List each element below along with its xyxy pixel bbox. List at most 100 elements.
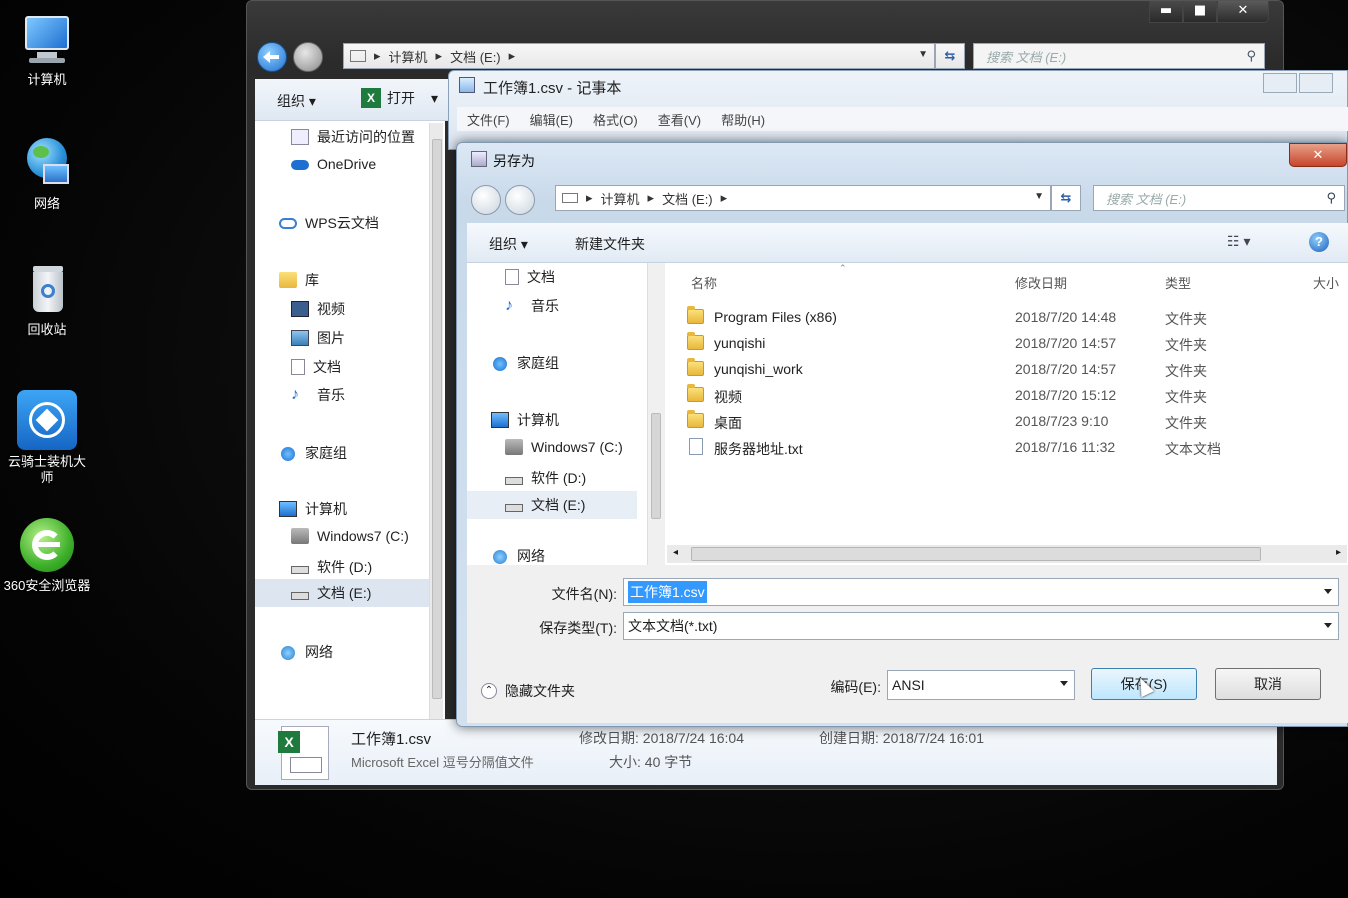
file-list-hscrollbar[interactable]: ◂ ▸ xyxy=(667,545,1347,563)
nav-item-recent[interactable]: 最近访问的位置 xyxy=(291,127,415,147)
forward-arrow-icon[interactable] xyxy=(505,185,535,215)
file-row[interactable]: yunqishi_work 2018/7/20 14:57 文件夹 xyxy=(687,357,1337,381)
nav-label: 家庭组 xyxy=(305,445,347,461)
breadcrumb-drive[interactable]: 文档 (E:) xyxy=(450,47,501,66)
back-arrow-icon[interactable] xyxy=(257,42,287,72)
open-button[interactable]: X 打开 ▾ xyxy=(361,88,438,108)
nav-label: 软件 (D:) xyxy=(317,559,373,575)
save-type-select[interactable]: 文本文档(*.txt) xyxy=(623,612,1339,640)
nav-item-drive-d[interactable]: 软件 (D:) xyxy=(291,557,372,577)
explorer-window-controls: ▬ ■ ✕ xyxy=(1149,1,1269,23)
nav-item-onedrive[interactable]: OneDrive xyxy=(291,156,376,172)
organize-button[interactable]: 组织 ▾ xyxy=(277,91,316,111)
drive-icon xyxy=(291,566,309,574)
dialog-search-input[interactable]: 搜索 文档 (E:) ⚲ xyxy=(1093,185,1345,211)
refresh-button[interactable]: ⇆ xyxy=(1051,185,1081,211)
organize-button[interactable]: 组织 ▾ xyxy=(489,234,528,254)
explorer-search-input[interactable]: 搜索 文档 (E:) ⚲ xyxy=(973,43,1265,69)
chevron-down-icon: ▾ xyxy=(1243,233,1251,249)
dialog-icon xyxy=(471,151,487,167)
nav-item-wps-cloud[interactable]: WPS云文档 xyxy=(279,213,379,233)
minimize-button[interactable]: ▬ xyxy=(1149,1,1183,23)
column-header-modified[interactable]: 修改日期 xyxy=(1015,273,1067,292)
breadcrumb-chevron-icon: ▸ xyxy=(508,48,516,63)
explorer-address-bar[interactable]: ▸ 计算机 ▸ 文档 (E:) ▸ ▼ xyxy=(343,43,935,69)
desktop-icon-recycle-bin[interactable]: 回收站 xyxy=(2,262,92,338)
nav-item-drive-c[interactable]: Windows7 (C:) xyxy=(505,439,623,455)
desktop-icon-computer[interactable]: 计算机 xyxy=(2,12,92,88)
file-row[interactable]: yunqishi 2018/7/20 14:57 文件夹 xyxy=(687,331,1337,355)
dialog-address-bar[interactable]: ▸ 计算机 ▸ 文档 (E:) ▸ ▼ xyxy=(555,185,1051,211)
nav-item-network[interactable]: 网络 xyxy=(279,642,333,662)
nav-item-documents[interactable]: 文档 xyxy=(505,267,555,287)
nav-item-network[interactable]: 网络 xyxy=(491,547,545,565)
nav-item-documents[interactable]: 文档 xyxy=(291,357,341,377)
menu-file[interactable]: 文件(F) xyxy=(467,110,510,129)
folder-icon xyxy=(687,332,704,350)
nav-item-libraries[interactable]: 库 xyxy=(279,270,319,290)
file-row[interactable]: 视频 2018/7/20 15:12 文件夹 xyxy=(687,383,1337,407)
details-filetype: Microsoft Excel 逗号分隔值文件 xyxy=(351,755,534,770)
file-row[interactable]: Program Files (x86) 2018/7/20 14:48 文件夹 xyxy=(687,305,1337,329)
column-header-type[interactable]: 类型 xyxy=(1165,273,1191,292)
file-type: 文件夹 xyxy=(1165,415,1207,431)
desktop-icon-network[interactable]: 网络 xyxy=(2,136,92,212)
desktop-icon-360-browser[interactable]: 360安全浏览器 xyxy=(2,516,92,594)
file-row[interactable]: 服务器地址.txt 2018/7/16 11:32 文本文档 xyxy=(687,435,1337,459)
encoding-select[interactable]: ANSI xyxy=(887,670,1075,700)
computer-icon xyxy=(279,501,297,517)
breadcrumb-computer[interactable]: 计算机 xyxy=(389,47,428,66)
chevron-down-icon[interactable]: ▼ xyxy=(918,49,928,60)
file-row[interactable]: 桌面 2018/7/23 9:10 文件夹 xyxy=(687,409,1337,433)
back-arrow-icon[interactable] xyxy=(471,185,501,215)
nav-item-drive-d[interactable]: 软件 (D:) xyxy=(505,468,586,488)
menu-format[interactable]: 格式(O) xyxy=(593,110,638,129)
hide-folders-toggle[interactable]: ⌃ 隐藏文件夹 xyxy=(481,681,575,701)
nav-item-music[interactable]: ♪ 音乐 xyxy=(291,385,345,405)
notepad-icon xyxy=(459,77,475,93)
scroll-left-icon[interactable]: ◂ xyxy=(673,547,678,558)
help-icon[interactable]: ? xyxy=(1309,232,1329,252)
breadcrumb-computer[interactable]: 计算机 xyxy=(601,189,640,208)
minimize-button[interactable] xyxy=(1263,73,1297,93)
nav-item-homegroup[interactable]: 家庭组 xyxy=(491,353,559,373)
breadcrumb-drive[interactable]: 文档 (E:) xyxy=(662,189,713,208)
explorer-nav-scrollbar[interactable] xyxy=(429,123,443,719)
computer-icon xyxy=(19,12,75,68)
nav-item-videos[interactable]: 视频 xyxy=(291,299,345,319)
notepad-window: 工作簿1.csv - 记事本 文件(F) 编辑(E) 格式(O) 查看(V) 帮… xyxy=(448,70,1348,150)
maximize-button[interactable]: ■ xyxy=(1183,1,1217,23)
dialog-nav-scrollbar[interactable] xyxy=(647,263,663,565)
filename-input[interactable]: 工作簿1.csv xyxy=(623,578,1339,606)
nav-item-music[interactable]: ♪ 音乐 xyxy=(505,296,559,316)
column-header-name[interactable]: 名称 xyxy=(691,273,717,292)
nav-item-drive-e[interactable]: 文档 (E:) xyxy=(467,491,637,519)
forward-arrow-icon[interactable] xyxy=(293,42,323,72)
chevron-down-icon[interactable]: ▼ xyxy=(1034,191,1044,202)
maximize-button[interactable] xyxy=(1299,73,1333,93)
nav-label: 库 xyxy=(305,272,319,288)
close-button[interactable]: ✕ xyxy=(1217,1,1269,23)
dialog-close-button[interactable]: ✕ xyxy=(1289,143,1347,167)
excel-icon: X xyxy=(361,88,381,108)
desktop-icon-yunqishi[interactable]: 云骑士装机大师 xyxy=(2,390,92,486)
scroll-right-icon[interactable]: ▸ xyxy=(1336,547,1341,558)
menu-edit[interactable]: 编辑(E) xyxy=(530,110,573,129)
menu-help[interactable]: 帮助(H) xyxy=(721,110,765,129)
nav-item-drive-c[interactable]: Windows7 (C:) xyxy=(291,528,409,544)
view-options-button[interactable]: ☷ ▾ xyxy=(1227,233,1250,250)
nav-item-homegroup[interactable]: 家庭组 xyxy=(279,443,347,463)
new-folder-button[interactable]: 新建文件夹 xyxy=(575,234,645,254)
nav-item-computer[interactable]: 计算机 xyxy=(491,410,559,430)
nav-item-pictures[interactable]: 图片 xyxy=(291,328,345,348)
nav-label: 软件 (D:) xyxy=(531,470,587,486)
file-modified: 2018/7/20 15:12 xyxy=(1015,387,1117,403)
menu-view[interactable]: 查看(V) xyxy=(658,110,701,129)
cancel-button[interactable]: 取消 xyxy=(1215,668,1321,700)
file-modified: 2018/7/20 14:48 xyxy=(1015,309,1117,325)
nav-item-computer[interactable]: 计算机 xyxy=(279,499,347,519)
nav-item-drive-e[interactable]: 文档 (E:) xyxy=(255,579,431,607)
refresh-button[interactable]: ⇆ xyxy=(935,43,965,69)
search-placeholder: 搜索 文档 (E:) xyxy=(986,49,1067,65)
column-header-size[interactable]: 大小 xyxy=(1313,273,1339,292)
